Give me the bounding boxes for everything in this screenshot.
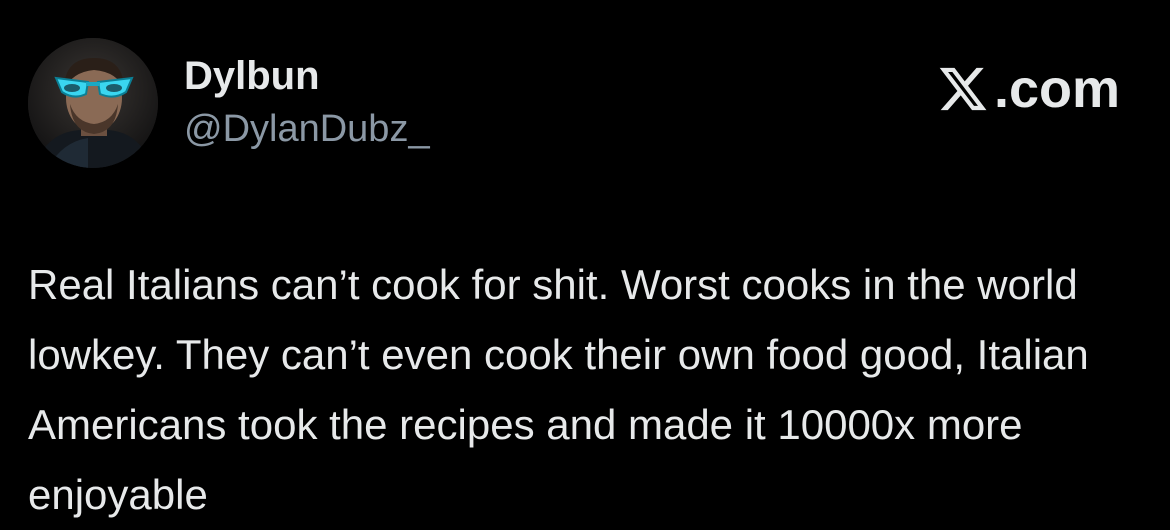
author-handle[interactable]: @DylanDubz_: [184, 110, 430, 148]
avatar[interactable]: [28, 38, 158, 168]
brand-domain-text: .com: [993, 59, 1120, 119]
x-logo-icon: [939, 67, 987, 111]
brand-watermark: .com: [936, 62, 1120, 116]
tweet-text: Real Italians can’t cook for shit. Worst…: [28, 261, 1089, 518]
avatar-portrait-icon: [28, 38, 158, 168]
tweet-card: Dylbun @DylanDubz_ .com Real Italians ca…: [0, 0, 1170, 529]
author-display-name[interactable]: Dylbun: [184, 56, 320, 96]
